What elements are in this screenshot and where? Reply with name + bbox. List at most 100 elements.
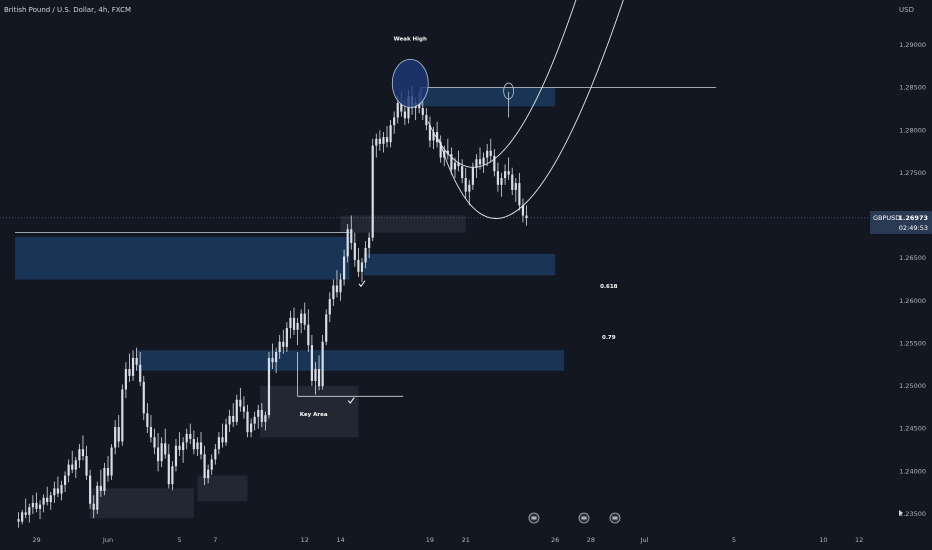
candle-body-73 xyxy=(278,341,281,352)
candle-body-1 xyxy=(21,512,24,522)
candle-body-67 xyxy=(257,409,260,417)
candle-body-134 xyxy=(496,171,500,185)
candle-body-51 xyxy=(199,442,203,455)
zone-gray-7 xyxy=(90,488,194,519)
candle-body-99 xyxy=(371,145,374,238)
x-tick-label-2: 5 xyxy=(177,536,181,544)
candle-body-56 xyxy=(217,437,220,450)
candle-body-5 xyxy=(35,502,38,509)
candle-body-93 xyxy=(350,229,353,243)
candle-body-70 xyxy=(267,357,271,416)
y-tick-label-6: 1.26500 xyxy=(899,254,926,262)
candle-body-130 xyxy=(482,157,485,165)
zone-blue-3 xyxy=(136,350,565,371)
candle-body-63 xyxy=(242,406,246,412)
candle-body-34 xyxy=(139,364,142,382)
candle-body-14 xyxy=(67,464,70,476)
candle-body-142 xyxy=(525,215,528,219)
candle-body-128 xyxy=(475,159,478,168)
candle-body-74 xyxy=(282,341,285,347)
candle-body-18 xyxy=(81,449,85,457)
candle-body-88 xyxy=(332,285,335,300)
x-tick-label-6: 19 xyxy=(426,536,434,544)
event-icon-0-glyph xyxy=(531,516,537,520)
candle-body-76 xyxy=(289,317,292,329)
candle-body-89 xyxy=(335,285,339,293)
candle-body-11 xyxy=(56,488,60,494)
candle-body-137 xyxy=(507,171,510,175)
candle-body-122 xyxy=(453,162,457,170)
candle-body-79 xyxy=(300,313,303,323)
candle-body-31 xyxy=(128,369,131,376)
candle-body-53 xyxy=(207,469,210,479)
y-tick-label-4: 1.25500 xyxy=(899,339,926,347)
candle-body-39 xyxy=(156,447,160,462)
candle-body-62 xyxy=(239,399,242,407)
candle-body-124 xyxy=(461,166,464,179)
annotation-3: 0.79 xyxy=(602,335,616,341)
candle-body-28 xyxy=(117,427,120,442)
annotation-0: Weak High xyxy=(394,37,427,43)
candle-body-81 xyxy=(307,324,310,346)
y-tick-label-3: 1.25000 xyxy=(899,382,926,390)
candle-body-40 xyxy=(160,443,163,462)
candle-body-37 xyxy=(149,427,153,438)
x-tick-label-3: 7 xyxy=(213,536,217,544)
candle-body-10 xyxy=(53,488,56,496)
candle-body-15 xyxy=(71,464,74,470)
candle-body-90 xyxy=(339,279,342,293)
candle-body-101 xyxy=(378,138,381,144)
candle-body-140 xyxy=(518,183,521,206)
candle-body-82 xyxy=(310,345,313,381)
candle-body-59 xyxy=(228,415,231,425)
candle-body-38 xyxy=(153,437,156,448)
candle-body-9 xyxy=(49,495,52,503)
candle-body-26 xyxy=(110,447,113,476)
candle-body-24 xyxy=(103,467,106,491)
candle-body-46 xyxy=(182,442,185,451)
candle-body-36 xyxy=(146,413,149,428)
candle-body-55 xyxy=(214,449,217,460)
candle-body-86 xyxy=(325,314,328,342)
candle-body-29 xyxy=(121,389,124,442)
candle-body-94 xyxy=(353,242,356,260)
candle-body-30 xyxy=(124,369,127,390)
candle-body-113 xyxy=(421,108,424,115)
x-tick-label-13: 12 xyxy=(855,536,863,544)
y-tick-label-1: 1.24000 xyxy=(899,467,926,475)
candle-body-65 xyxy=(249,423,253,433)
candle-body-98 xyxy=(368,237,371,248)
candle-body-27 xyxy=(114,427,117,448)
x-tick-label-8: 26 xyxy=(551,536,559,544)
candle-body-50 xyxy=(196,442,199,450)
candle-body-105 xyxy=(393,117,396,126)
candle-body-13 xyxy=(63,475,67,486)
highlight-circle-0 xyxy=(391,58,429,108)
candle-body-103 xyxy=(385,137,389,143)
candle-body-71 xyxy=(271,357,274,363)
candle-body-33 xyxy=(135,357,138,365)
candle-body-12 xyxy=(60,485,63,494)
candle-body-0 xyxy=(17,519,20,522)
candle-body-69 xyxy=(264,415,267,422)
candle-body-21 xyxy=(92,503,95,510)
candle-body-135 xyxy=(500,178,503,185)
candle-body-54 xyxy=(210,459,213,470)
candle-body-25 xyxy=(106,467,110,476)
zone-blue-2 xyxy=(421,87,556,107)
candle-body-125 xyxy=(464,178,467,192)
x-tick-label-11: 5 xyxy=(732,536,736,544)
candle-body-136 xyxy=(503,171,507,179)
candle-body-17 xyxy=(78,449,81,461)
annotation-2: 0.618 xyxy=(600,284,618,290)
candle-body-87 xyxy=(328,299,331,315)
candle-body-80 xyxy=(303,313,306,325)
candlestick-chart[interactable]: Weak High Key Area 0.618 0.79 1.23500 1.24000… xyxy=(0,0,932,550)
candle-body-41 xyxy=(164,443,167,455)
candle-body-66 xyxy=(253,416,256,424)
candle-body-44 xyxy=(174,445,178,467)
price-label-price: 1.26973 xyxy=(898,213,928,222)
y-tick-label-11: 1.29000 xyxy=(899,41,926,49)
candle-body-97 xyxy=(364,247,367,263)
candle-body-139 xyxy=(514,183,517,190)
